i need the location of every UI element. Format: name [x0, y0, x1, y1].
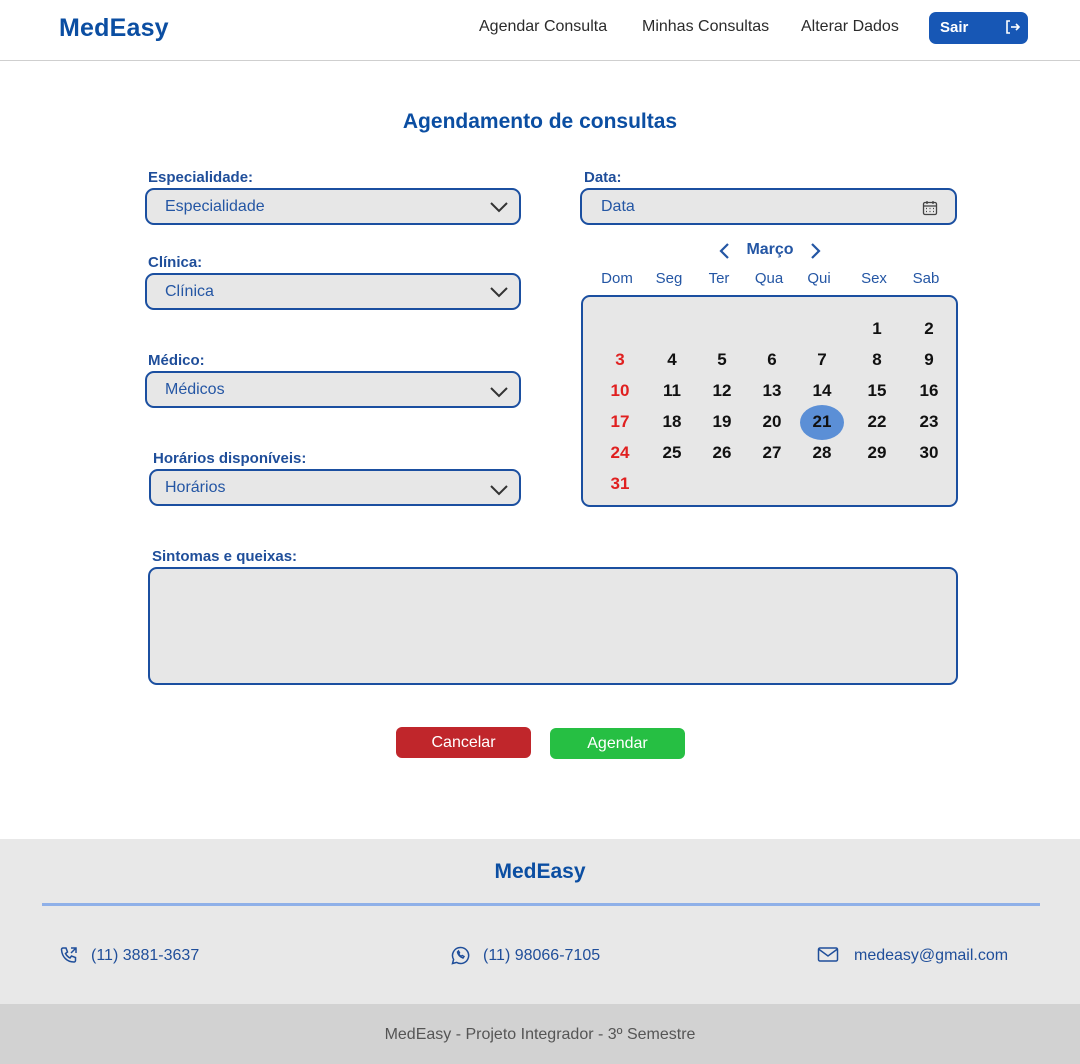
calendar-day-12[interactable]: 12 — [700, 381, 744, 401]
clinica-label: Clínica: — [148, 254, 203, 271]
calendar-day-22[interactable]: 22 — [855, 412, 899, 432]
mail-icon — [817, 947, 839, 962]
calendar-day-7[interactable]: 7 — [800, 350, 844, 370]
weekday-sex: Sex — [861, 270, 887, 287]
calendar-month: Março — [746, 241, 794, 258]
nav-agendar-consulta[interactable]: Agendar Consulta — [479, 18, 607, 36]
horarios-value: Horários — [165, 479, 226, 496]
agendar-button[interactable]: Agendar — [550, 728, 685, 759]
calendar-day-26[interactable]: 26 — [700, 443, 744, 463]
calendar-day-1[interactable]: 1 — [855, 319, 899, 339]
especialidade-label: Especialidade: — [148, 169, 254, 186]
logout-icon — [1006, 20, 1020, 34]
calendar-day-17[interactable]: 17 — [598, 412, 642, 432]
page-title: Agendamento de consultas — [402, 110, 678, 133]
weekday-qui: Qui — [807, 270, 831, 287]
calendar-day-15[interactable]: 15 — [855, 381, 899, 401]
calendar-day-5[interactable]: 5 — [700, 350, 744, 370]
medico-select[interactable]: Médicos — [145, 371, 521, 408]
chevron-down-icon — [490, 287, 508, 298]
medico-label: Médico: — [148, 352, 205, 369]
calendar-day-19[interactable]: 19 — [700, 412, 744, 432]
bottom-bar: MedEasy - Projeto Integrador - 3º Semest… — [0, 1004, 1080, 1064]
whatsapp-icon — [451, 946, 470, 965]
credits-text: MedEasy - Projeto Integrador - 3º Semest… — [384, 1026, 696, 1043]
calendar-day-21[interactable]: 21 — [800, 412, 844, 432]
clinica-select[interactable]: Clínica — [145, 273, 521, 310]
date-input[interactable]: Data — [580, 188, 957, 225]
calendar-day-6[interactable]: 6 — [750, 350, 794, 370]
calendar-day-28[interactable]: 28 — [800, 443, 844, 463]
especialidade-value: Especialidade — [165, 198, 265, 215]
weekday-seg: Seg — [655, 270, 683, 287]
nav-minhas-consultas[interactable]: Minhas Consultas — [642, 18, 769, 36]
weekday-dom: Dom — [601, 270, 633, 287]
contact-whatsapp-text: (11) 98066-7105 — [483, 947, 601, 964]
top-header: MedEasy Agendar Consulta Minhas Consulta… — [0, 0, 1080, 61]
contact-phone-text: (11) 3881-3637 — [91, 947, 200, 964]
calendar-day-11[interactable]: 11 — [650, 381, 694, 401]
footer: MedEasy (11) 3881-3637 (11) 98066-7105 m… — [0, 839, 1080, 1004]
calendar-day-13[interactable]: 13 — [750, 381, 794, 401]
data-label: Data: — [584, 169, 622, 186]
footer-logo: MedEasy — [494, 860, 586, 883]
calendar-header: Março — [718, 240, 822, 262]
weekday-sab: Sab — [912, 270, 940, 287]
chevron-right-icon[interactable] — [810, 242, 822, 260]
chevron-down-icon — [490, 387, 508, 398]
nav-alterar-dados[interactable]: Alterar Dados — [801, 18, 899, 36]
sintomas-label: Sintomas e queixas: — [152, 548, 298, 565]
calendar-day-16[interactable]: 16 — [907, 381, 951, 401]
calendar-day-31[interactable]: 31 — [598, 474, 642, 494]
especialidade-select[interactable]: Especialidade — [145, 188, 521, 225]
logout-label: Sair — [940, 19, 969, 36]
clinica-value: Clínica — [165, 283, 214, 300]
date-placeholder: Data — [601, 198, 635, 215]
calendar-day-4[interactable]: 4 — [650, 350, 694, 370]
chevron-down-icon — [490, 202, 508, 213]
phone-icon — [60, 947, 77, 963]
calendar-day-9[interactable]: 9 — [907, 350, 951, 370]
calendar-day-14[interactable]: 14 — [800, 381, 844, 401]
footer-divider — [42, 903, 1040, 906]
cancel-button[interactable]: Cancelar — [396, 727, 531, 758]
calendar-day-2[interactable]: 2 — [907, 319, 951, 339]
logo[interactable]: MedEasy — [59, 14, 169, 43]
calendar-day-23[interactable]: 23 — [907, 412, 951, 432]
calendar-day-25[interactable]: 25 — [650, 443, 694, 463]
calendar-day-27[interactable]: 27 — [750, 443, 794, 463]
calendar-day-8[interactable]: 8 — [855, 350, 899, 370]
calendar-day-10[interactable]: 10 — [598, 381, 642, 401]
chevron-down-icon — [490, 485, 508, 496]
calendar-day-20[interactable]: 20 — [750, 412, 794, 432]
medico-value: Médicos — [165, 381, 225, 398]
weekday-ter: Ter — [708, 270, 730, 287]
calendar-day-30[interactable]: 30 — [907, 443, 951, 463]
calendar-day-18[interactable]: 18 — [650, 412, 694, 432]
contact-email-text[interactable]: medeasy@gmail.com — [854, 947, 1008, 965]
calendar-day-24[interactable]: 24 — [598, 443, 642, 463]
calendar-day-29[interactable]: 29 — [855, 443, 899, 463]
weekday-qua: Qua — [754, 270, 784, 287]
calendar-icon[interactable] — [922, 200, 938, 216]
sintomas-textarea[interactable] — [148, 567, 958, 685]
calendar-day-3[interactable]: 3 — [598, 350, 642, 370]
horarios-label: Horários disponíveis: — [153, 450, 307, 467]
logout-button[interactable]: Sair — [929, 12, 1028, 44]
horarios-select[interactable]: Horários — [149, 469, 521, 506]
